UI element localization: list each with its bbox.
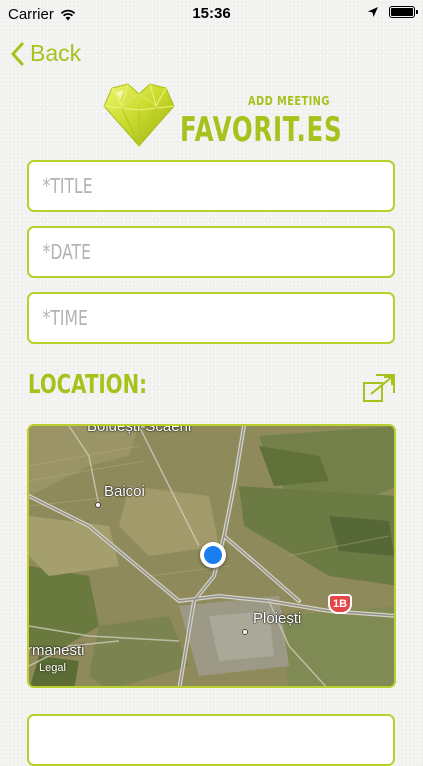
time-input[interactable] (41, 305, 316, 331)
expand-map-button[interactable] (362, 373, 396, 403)
map-label-armanesti: rmanesti (27, 642, 85, 659)
gem-heart-icon (103, 83, 175, 148)
ploiesti-marker (242, 629, 248, 635)
user-location-dot (204, 546, 222, 564)
expand-icon (363, 374, 395, 402)
route-shield: 1B (328, 594, 352, 614)
status-right-group (367, 6, 418, 18)
status-bar: Carrier 15:36 (0, 0, 423, 28)
logo-subtitle: ADD MEETING (248, 94, 330, 108)
user-location-marker (200, 542, 226, 568)
chevron-left-icon (11, 42, 24, 65)
location-label: LOCATION: (28, 370, 148, 400)
date-field[interactable] (27, 226, 395, 278)
date-input[interactable] (41, 239, 316, 265)
back-label: Back (30, 40, 82, 66)
map-label-top: Boldești-Scăeni (87, 424, 192, 435)
next-field[interactable] (27, 714, 395, 766)
back-button[interactable]: Back (10, 40, 81, 67)
map-legal-link[interactable]: Legal (39, 662, 66, 674)
map-label-ploiesti: Ploiești (253, 610, 302, 627)
time-field[interactable] (27, 292, 395, 344)
baicoi-marker (95, 502, 101, 508)
app-logo: ADD MEETING FAVORIT.ES (100, 80, 343, 160)
logo-title: FAVORIT.ES (180, 110, 343, 150)
battery-icon (389, 6, 418, 18)
location-arrow-icon (368, 7, 378, 17)
location-map[interactable]: Boldești-Scăeni Baicoi Ploiești rmanesti… (27, 424, 396, 688)
battery-fill (391, 8, 413, 16)
title-input[interactable] (41, 173, 316, 199)
map-label-baicoi: Baicoi (104, 483, 145, 500)
status-time: 15:36 (192, 5, 231, 22)
title-field[interactable] (27, 160, 395, 212)
